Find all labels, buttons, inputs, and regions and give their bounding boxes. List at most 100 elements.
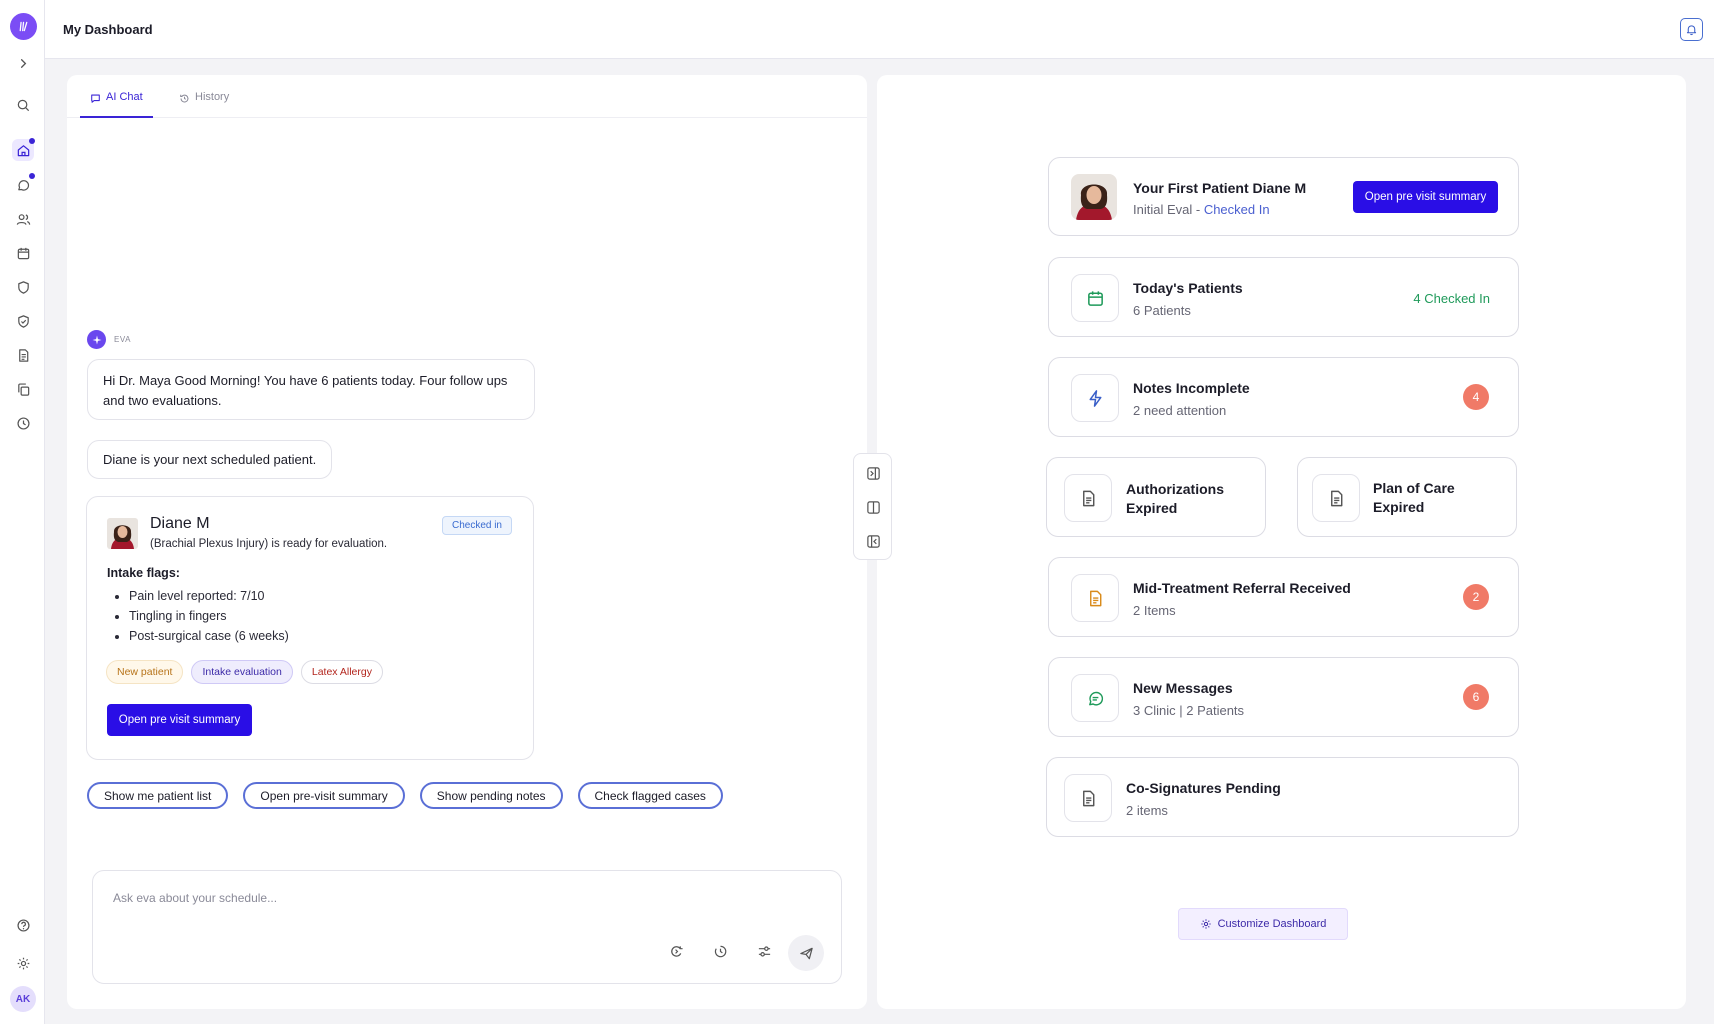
intake-flags-list: Pain level reported: 7/10 Tingling in fi… [129, 586, 289, 646]
title-line: Plan of Care [1373, 480, 1455, 496]
dashboard-panel: Your First Patient Diane M Initial Eval … [877, 75, 1686, 1009]
referral-title: Mid-Treatment Referral Received [1133, 580, 1351, 596]
calendar-icon [1071, 274, 1119, 322]
intake-flags-title: Intake flags: [107, 566, 180, 580]
visit-type: Initial Eval - [1133, 202, 1204, 217]
checked-in-count: 4 Checked In [1413, 291, 1490, 306]
chat-input[interactable] [113, 891, 713, 905]
suggestion-chip[interactable]: Open pre-visit summary [243, 782, 405, 809]
tag-latex-allergy: Latex Allergy [300, 660, 383, 684]
customize-dashboard-button[interactable]: Customize Dashboard [1178, 908, 1348, 940]
co-signatures-subtitle: 2 items [1126, 803, 1168, 818]
expand-left-panel-icon[interactable] [866, 534, 881, 549]
lightning-icon [1071, 374, 1119, 422]
notification-dot [29, 138, 35, 144]
search-icon[interactable] [12, 94, 34, 116]
tag-new-patient: New patient [106, 660, 184, 684]
title-line: Expired [1373, 499, 1425, 515]
history-icon [180, 94, 189, 103]
document-icon [1064, 474, 1112, 522]
bell-icon [1686, 25, 1697, 36]
suggestion-chip[interactable]: Check flagged cases [577, 782, 723, 809]
clock-icon[interactable] [12, 412, 34, 434]
todays-patients-title: Today's Patients [1133, 280, 1243, 296]
new-messages-subtitle: 3 Clinic | 2 Patients [1133, 703, 1245, 718]
patient-tags: New patient Intake evaluation Latex Alle… [106, 660, 383, 684]
co-signatures-card[interactable]: Co-Signatures Pending 2 items [1046, 757, 1519, 837]
suggestion-chip[interactable]: Show me patient list [87, 782, 229, 809]
tab-ai-chat[interactable]: AI Chat [80, 91, 153, 118]
tag-intake-evaluation: Intake evaluation [191, 660, 293, 684]
chat-icon [91, 94, 100, 103]
tab-label: AI Chat [106, 91, 143, 103]
open-pre-visit-summary-button[interactable]: Open pre visit summary [1353, 181, 1498, 213]
tab-history[interactable]: History [169, 91, 239, 118]
document-icon [1312, 474, 1360, 522]
user-avatar[interactable]: AK [10, 986, 36, 1012]
title-line: Expired [1126, 500, 1178, 516]
gear-icon [1200, 919, 1211, 929]
message-icon [1071, 674, 1119, 722]
notifications-button[interactable] [1680, 18, 1703, 41]
messages-icon[interactable] [12, 173, 35, 196]
page-title: My Dashboard [63, 22, 153, 37]
document-icon [1071, 574, 1119, 622]
patient-photo [107, 518, 138, 549]
settings-icon[interactable] [12, 952, 34, 974]
customize-dashboard-label: Customize Dashboard [1217, 918, 1327, 930]
referral-received-card[interactable]: Mid-Treatment Referral Received 2 Items … [1048, 557, 1519, 637]
patient-photo [1071, 174, 1117, 220]
patient-name: Diane M [150, 515, 210, 532]
suggestion-chips: Show me patient list Open pre-visit summ… [87, 782, 723, 809]
patients-icon[interactable] [12, 208, 34, 230]
list-item: Tingling in fingers [129, 606, 289, 626]
calendar-icon[interactable] [12, 242, 34, 264]
first-patient-title: Your First Patient Diane M [1133, 180, 1307, 196]
app-logo[interactable] [10, 13, 37, 40]
first-patient-card[interactable]: Your First Patient Diane M Initial Eval … [1048, 157, 1519, 236]
document-icon [1064, 774, 1112, 822]
suggestion-chip[interactable]: Show pending notes [419, 782, 563, 809]
todays-patients-count: 6 Patients [1133, 303, 1191, 318]
chat-tabs: AI Chat History [67, 75, 867, 118]
co-signatures-title: Co-Signatures Pending [1126, 780, 1281, 796]
new-messages-card[interactable]: New Messages 3 Clinic | 2 Patients 6 [1048, 657, 1519, 737]
chat-panel: AI Chat History EVA Hi Dr. Maya Good Mor… [67, 75, 867, 1009]
assistant-message: Diane is your next scheduled patient. [87, 440, 333, 479]
help-icon[interactable] [12, 914, 34, 936]
notification-dot [29, 173, 35, 179]
authorizations-expired-title: Authorizations Expired [1126, 480, 1224, 518]
open-pre-visit-summary-button[interactable]: Open pre visit summary [107, 704, 252, 736]
title-line: Authorizations [1126, 481, 1224, 497]
filter-sliders-icon[interactable] [753, 940, 775, 962]
plan-of-care-expired-card[interactable]: Plan of Care Expired [1297, 457, 1517, 537]
sidebar: AK [0, 0, 45, 1024]
top-header: My Dashboard [45, 0, 1714, 59]
checked-in-status: Checked In [1203, 202, 1270, 217]
expand-sidebar-icon[interactable] [12, 52, 34, 74]
timer-icon[interactable] [709, 940, 731, 962]
send-icon [799, 947, 813, 959]
first-patient-subtitle: Initial Eval - Checked In [1133, 202, 1270, 217]
shield-check-icon[interactable] [12, 310, 34, 332]
notes-incomplete-card[interactable]: Notes Incomplete 2 need attention 4 [1048, 357, 1519, 437]
notes-incomplete-title: Notes Incomplete [1133, 380, 1250, 396]
chat-composer [92, 870, 842, 984]
count-badge: 6 [1463, 684, 1489, 710]
status-badge: Checked in [441, 516, 512, 535]
home-icon[interactable] [12, 138, 35, 161]
copy-icon[interactable] [12, 378, 34, 400]
document-icon[interactable] [12, 344, 34, 366]
assistant-message: Hi Dr. Maya Good Morning! You have 6 pat… [87, 359, 535, 420]
shield-icon[interactable] [12, 276, 34, 298]
expand-right-panel-icon[interactable] [866, 466, 881, 481]
todays-patients-card[interactable]: Today's Patients 6 Patients 4 Checked In [1048, 257, 1519, 337]
assistant-name: EVA [114, 335, 131, 344]
count-badge: 2 [1463, 584, 1489, 610]
send-button[interactable] [788, 935, 824, 971]
authorizations-expired-card[interactable]: Authorizations Expired [1046, 457, 1266, 537]
split-view-icon[interactable] [866, 500, 881, 515]
layout-toggle [853, 453, 892, 560]
voice-icon[interactable] [665, 940, 687, 962]
patient-card: Diane M (Brachial Plexus Injury) is read… [86, 496, 534, 760]
